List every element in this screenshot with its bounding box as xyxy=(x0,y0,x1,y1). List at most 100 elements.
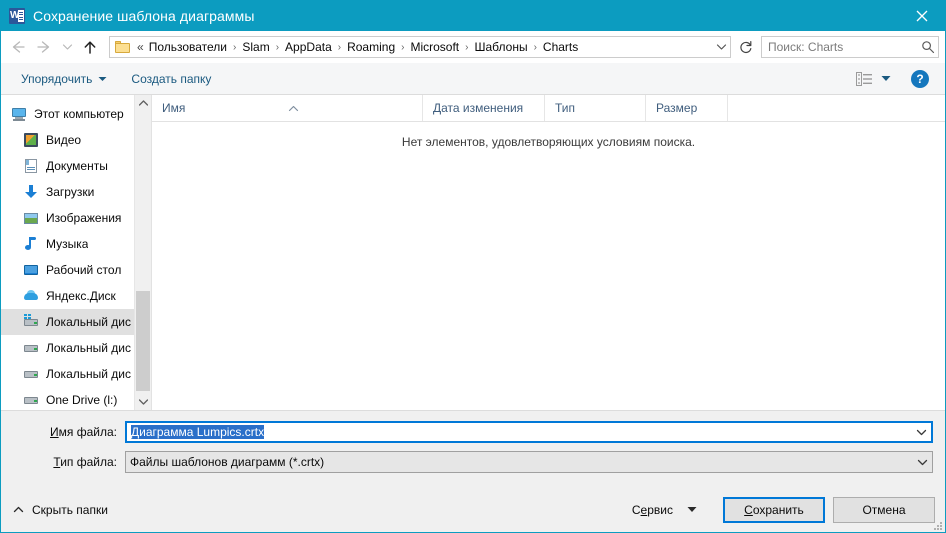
tools-button[interactable]: Сервис xyxy=(626,499,703,521)
chevron-down-icon xyxy=(687,506,697,513)
search-input[interactable]: Поиск: Charts xyxy=(762,40,918,54)
filename-value[interactable]: Диаграмма Lumpics.crtx xyxy=(131,425,264,439)
breadcrumb-item-6[interactable]: Charts xyxy=(540,38,581,56)
sidebar-item-downloads[interactable]: Загрузки xyxy=(1,179,151,205)
documents-icon xyxy=(23,158,39,174)
help-label: ? xyxy=(916,73,923,85)
sidebar-item-label: Загрузки xyxy=(46,185,94,199)
breadcrumb-sep[interactable]: › xyxy=(230,42,239,53)
search-box[interactable]: Поиск: Charts xyxy=(761,36,939,58)
column-label: Размер xyxy=(656,101,697,115)
sidebar-item-music[interactable]: Музыка xyxy=(1,231,151,257)
toolbar-right-group: ? xyxy=(855,70,937,88)
hide-folders-button[interactable]: Скрыть папки xyxy=(13,503,108,517)
sidebar-item-desktop[interactable]: Рабочий стол xyxy=(1,257,151,283)
breadcrumb-item-0[interactable]: Пользователи xyxy=(146,38,230,56)
breadcrumb-sep[interactable]: › xyxy=(273,42,282,53)
breadcrumb-item-3[interactable]: Roaming xyxy=(344,38,398,56)
sidebar-scrollbar[interactable] xyxy=(134,95,151,410)
filetype-label: Тип файла: xyxy=(13,455,125,469)
sidebar-item-one-drive[interactable]: One Drive (l:) xyxy=(1,387,151,410)
column-header-date-modified[interactable]: Дата изменения xyxy=(423,95,545,121)
scroll-down-button[interactable] xyxy=(135,394,151,410)
back-button[interactable] xyxy=(5,34,31,60)
cancel-button[interactable]: Отмена xyxy=(833,497,935,523)
sidebar-item-local-disk-c[interactable]: Локальный дис xyxy=(1,309,151,335)
chevron-up-icon xyxy=(13,506,24,513)
up-button[interactable] xyxy=(77,34,103,60)
sidebar-item-pictures[interactable]: Изображения xyxy=(1,205,151,231)
dialog-content: Этот компьютер Видео Документы Загрузки … xyxy=(1,95,945,411)
filename-label: Имя файла: xyxy=(13,425,125,439)
view-dropdown-icon[interactable] xyxy=(877,71,895,87)
sidebar-item-label: Локальный дис xyxy=(46,341,131,355)
desktop-icon xyxy=(23,262,39,278)
sidebar-item-label: Изображения xyxy=(46,211,121,225)
filename-row: Имя файла: Диаграмма Lumpics.crtx xyxy=(13,421,933,443)
chevron-down-icon[interactable] xyxy=(912,452,932,472)
column-header-type[interactable]: Тип xyxy=(545,95,646,121)
chevron-down-icon xyxy=(98,76,107,82)
word-icon: W xyxy=(9,8,25,24)
forward-button[interactable] xyxy=(31,34,57,60)
tools-label-pre: С xyxy=(632,503,641,517)
video-icon xyxy=(23,132,39,148)
breadcrumb-item-4[interactable]: Microsoft xyxy=(407,38,462,56)
filename-accel: И xyxy=(50,425,59,439)
breadcrumb-sep[interactable]: › xyxy=(335,42,344,53)
save-accel: С xyxy=(744,503,753,517)
save-label-rest: охранить xyxy=(753,503,804,517)
view-list-icon[interactable] xyxy=(855,71,873,87)
save-button[interactable]: Сохранить xyxy=(723,497,825,523)
dialog-footer: Скрыть папки Сервис Сохранить Отмена xyxy=(1,487,945,532)
column-label: Тип xyxy=(555,101,575,115)
breadcrumb-item-2[interactable]: AppData xyxy=(282,38,335,56)
breadcrumb-item-5[interactable]: Шаблоны xyxy=(472,38,531,56)
resize-grip[interactable] xyxy=(932,520,942,530)
recent-locations-button[interactable] xyxy=(57,34,77,60)
scroll-up-button[interactable] xyxy=(135,95,151,111)
sidebar-item-local-disk-e[interactable]: Локальный дис xyxy=(1,361,151,387)
search-icon[interactable] xyxy=(918,40,938,54)
refresh-icon[interactable] xyxy=(735,36,757,58)
breadcrumb-sep[interactable]: › xyxy=(462,42,471,53)
column-label: Дата изменения xyxy=(433,101,523,115)
column-header-size[interactable]: Размер xyxy=(646,95,728,121)
address-dropdown-icon[interactable] xyxy=(712,37,730,57)
navigation-bar: « Пользователи › Slam › AppData › Roamin… xyxy=(1,31,945,63)
scrollbar-thumb[interactable] xyxy=(136,291,150,391)
sidebar-item-yandex-disk[interactable]: Яндекс.Диск xyxy=(1,283,151,309)
help-button[interactable]: ? xyxy=(911,70,929,88)
organize-button[interactable]: Упорядочить xyxy=(15,69,113,89)
sidebar-item-label: Рабочий стол xyxy=(46,263,121,277)
sidebar-item-label: Локальный дис xyxy=(46,367,131,381)
window-title: Сохранение шаблона диаграммы xyxy=(33,8,899,24)
breadcrumb-sep[interactable]: › xyxy=(398,42,407,53)
address-bar[interactable]: « Пользователи › Slam › AppData › Roamin… xyxy=(109,36,731,58)
filename-input[interactable]: Диаграмма Lumpics.crtx xyxy=(125,421,933,443)
empty-list-message: Нет элементов, удовлетворяющих условиям … xyxy=(152,135,945,149)
save-chart-template-dialog: W Сохранение шаблона диаграммы « Поль xyxy=(0,0,946,533)
file-list-pane[interactable]: Имя Дата изменения Тип Размер Нет элемен… xyxy=(151,95,945,410)
close-button[interactable] xyxy=(899,1,945,31)
breadcrumb-item-1[interactable]: Slam xyxy=(239,38,272,56)
filetype-row: Тип файла: Файлы шаблонов диаграмм (*.cr… xyxy=(13,451,933,473)
sidebar-item-video[interactable]: Видео xyxy=(1,127,151,153)
sidebar-item-local-disk-d[interactable]: Локальный дис xyxy=(1,335,151,361)
chevron-down-icon[interactable] xyxy=(911,423,931,441)
sidebar-item-label: Локальный дис xyxy=(46,315,131,329)
new-folder-button[interactable]: Создать папку xyxy=(125,69,217,89)
folder-icon xyxy=(115,41,130,53)
breadcrumb-sep[interactable]: › xyxy=(531,42,540,53)
navigation-pane: Этот компьютер Видео Документы Загрузки … xyxy=(1,95,151,410)
sidebar-item-this-pc[interactable]: Этот компьютер xyxy=(1,101,151,127)
tools-label-rest: рвис xyxy=(647,503,673,517)
organize-label: Упорядочить xyxy=(21,72,92,86)
sidebar-item-documents[interactable]: Документы xyxy=(1,153,151,179)
yandex-disk-icon xyxy=(23,288,39,304)
column-header-name[interactable]: Имя xyxy=(152,95,423,121)
command-toolbar: Упорядочить Создать папку xyxy=(1,63,945,95)
filetype-select[interactable]: Файлы шаблонов диаграмм (*.crtx) xyxy=(125,451,933,473)
drive-icon xyxy=(23,340,39,356)
breadcrumb-overflow[interactable]: « xyxy=(135,40,146,54)
